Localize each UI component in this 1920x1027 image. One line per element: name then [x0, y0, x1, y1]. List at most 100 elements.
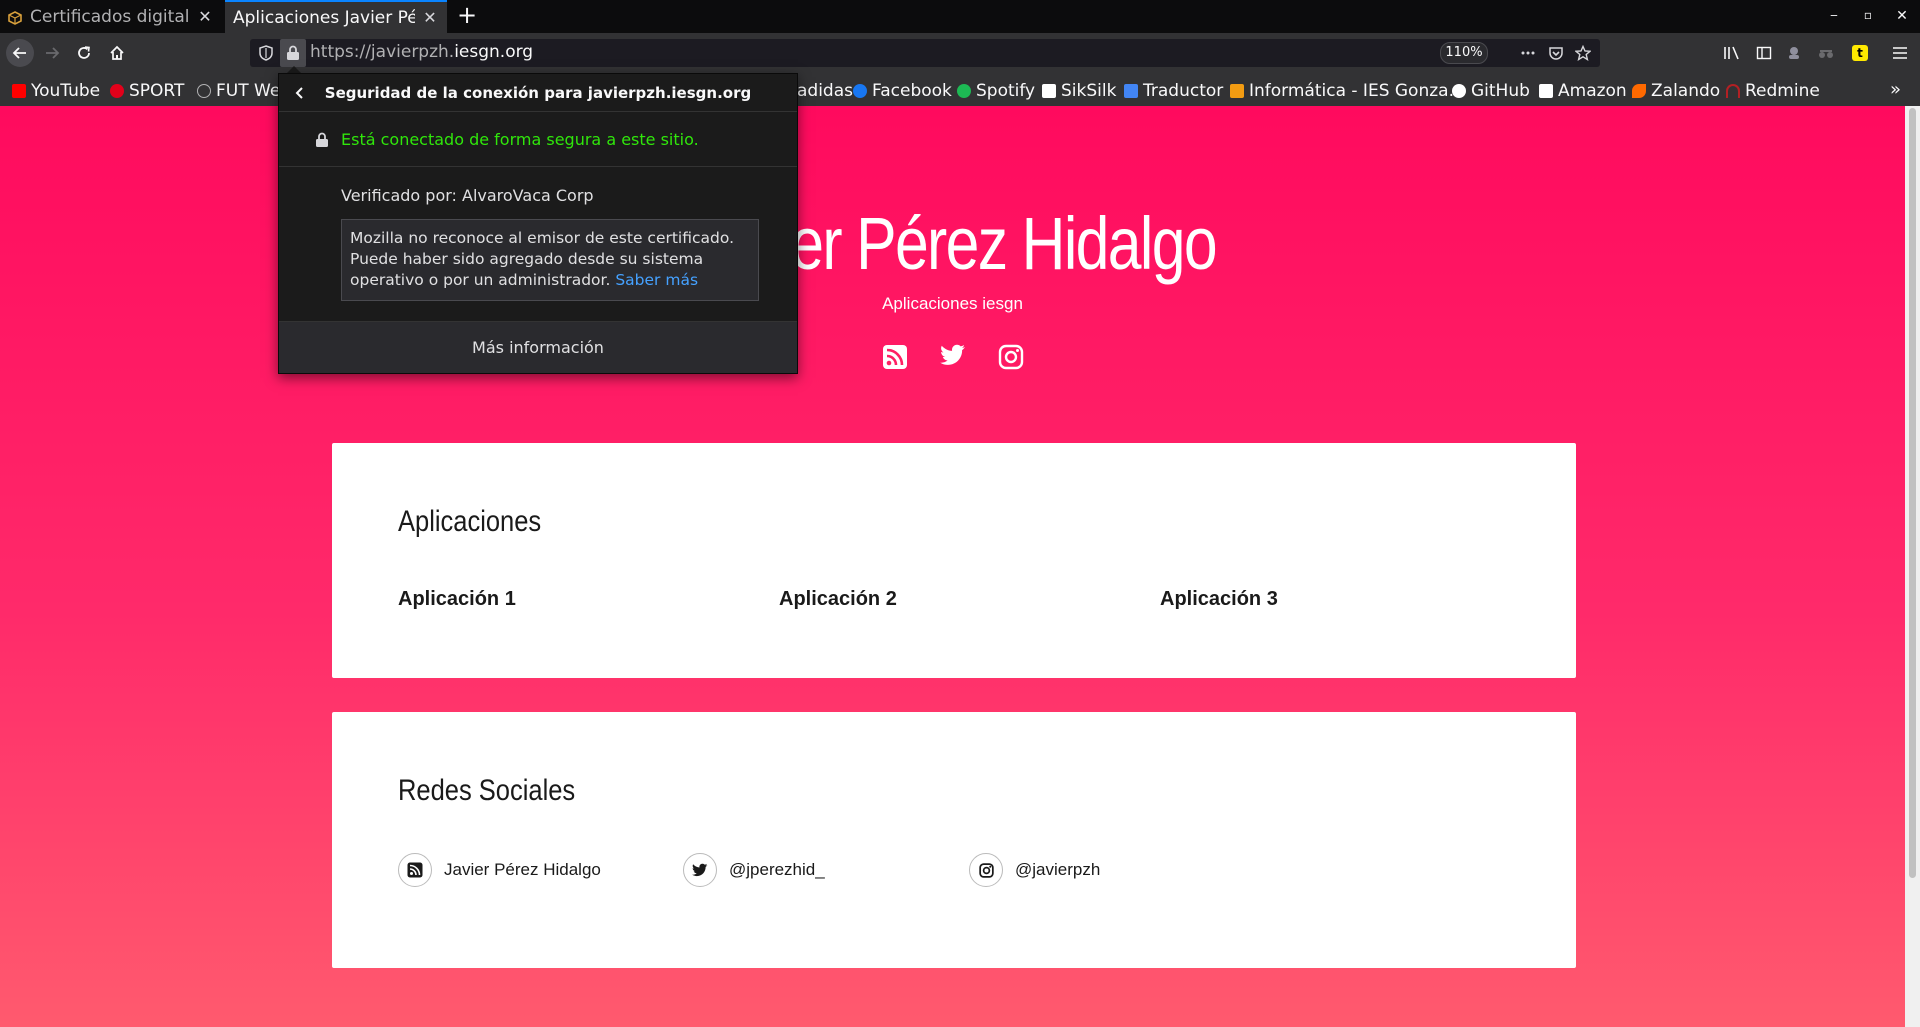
social-link-rss[interactable]: Javier Pérez Hidalgo: [398, 853, 601, 887]
bookmark-label: Facebook: [872, 81, 952, 101]
social-label: @jperezhid_: [729, 860, 825, 879]
siksilk-icon: [1042, 84, 1056, 98]
menu-button[interactable]: [1886, 39, 1914, 67]
spotify-icon: [957, 84, 971, 98]
extension-button[interactable]: [1780, 39, 1808, 67]
site-identity-button[interactable]: [280, 39, 306, 67]
sidebar-icon: [1756, 46, 1772, 60]
url-prefix: https://javierpzh.: [310, 42, 455, 62]
zalando-icon: [1632, 84, 1646, 98]
bookmark-adidas[interactable]: adidas: [797, 81, 853, 101]
url-domain: iesgn.org: [454, 42, 534, 62]
sidebar-button[interactable]: [1750, 39, 1778, 67]
tab-title: Aplicaciones Javier Pérez: [233, 7, 415, 28]
extension-hat-icon: [1789, 47, 1799, 59]
bookmark-label: adidas: [797, 81, 853, 101]
more-info-button[interactable]: Más información: [279, 321, 797, 373]
apps-card: Aplicaciones Aplicación 1 Aplicación 2 A…: [332, 443, 1576, 678]
bookmark-label: Amazon: [1558, 81, 1627, 101]
bookmark-github[interactable]: GitHub: [1452, 81, 1530, 101]
reload-button[interactable]: [70, 39, 98, 67]
bookmark-label: Redmine: [1745, 81, 1820, 101]
certificate-issuer-note: Mozilla no reconoce al emisor de este ce…: [341, 219, 759, 301]
bookmark-spotify[interactable]: Spotify: [957, 81, 1035, 101]
popup-secure-row: Está conectado de forma segura a este si…: [279, 112, 797, 167]
youtube-icon: [12, 84, 26, 98]
bookmark-star-icon[interactable]: [1574, 44, 1592, 61]
library-button[interactable]: [1718, 39, 1746, 67]
tab-title: Certificados digitales.: [30, 6, 190, 27]
tab-aplicaciones[interactable]: Aplicaciones Javier Pérez ✕: [225, 0, 447, 33]
social-link-instagram[interactable]: @javierpzh: [969, 853, 1100, 887]
translate-icon: [1124, 84, 1138, 98]
close-window-button[interactable]: ✕: [1892, 8, 1912, 26]
rss-icon[interactable]: [882, 344, 910, 372]
bookmark-redmine[interactable]: Redmine: [1726, 81, 1820, 101]
zoom-indicator[interactable]: 110%: [1440, 42, 1488, 64]
close-tab-icon[interactable]: ✕: [196, 7, 214, 26]
box-favicon-icon: [8, 10, 22, 25]
bookmark-label: SPORT: [129, 81, 185, 101]
instagram-icon: [969, 853, 1003, 887]
lock-icon: [287, 45, 299, 60]
home-button[interactable]: [103, 39, 131, 67]
instagram-icon[interactable]: [998, 344, 1026, 372]
yellow-extension-icon: t: [1852, 45, 1868, 61]
learn-more-link[interactable]: Saber más: [615, 271, 698, 289]
incognito-button[interactable]: [1812, 39, 1840, 67]
lock-icon: [315, 132, 329, 148]
redmine-icon: [1726, 84, 1740, 98]
page-actions-icon[interactable]: [1520, 45, 1536, 61]
hamburger-menu-icon: [1893, 47, 1907, 59]
browser-window: Certificados digitales. ✕ Aplicaciones J…: [0, 0, 1920, 1027]
new-tab-button[interactable]: +: [455, 0, 479, 33]
bookmark-youtube[interactable]: YouTube: [12, 81, 100, 101]
minimize-button[interactable]: ‒: [1824, 8, 1844, 26]
verified-by-text: Verificado por: AlvaroVaca Corp: [341, 186, 594, 205]
glasses-icon: [1819, 50, 1833, 58]
bookmark-label: Spotify: [976, 81, 1036, 101]
popup-title: Seguridad de la conexión para javierpzh.…: [324, 84, 752, 102]
pocket-icon[interactable]: [1548, 45, 1564, 61]
popup-header: Seguridad de la conexión para javierpzh.…: [279, 74, 797, 112]
social-link-twitter[interactable]: @jperezhid_: [683, 853, 825, 887]
close-tab-icon[interactable]: ✕: [421, 8, 439, 27]
bookmark-sport[interactable]: SPORT: [110, 81, 184, 101]
arrow-right-icon: [46, 47, 60, 59]
secure-connection-text: Está conectado de forma segura a este si…: [341, 130, 699, 149]
bookmark-fut[interactable]: FUT We: [197, 81, 280, 101]
social-heading: Redes Sociales: [398, 774, 576, 807]
bookmark-facebook[interactable]: Facebook: [853, 81, 952, 101]
back-button[interactable]: [6, 39, 34, 67]
bookmark-informatica[interactable]: Informática - IES Gonza...: [1230, 81, 1465, 101]
facebook-icon: [853, 84, 867, 98]
github-icon: [1452, 84, 1466, 98]
app-link-3[interactable]: Aplicación 3: [1160, 588, 1278, 611]
bookmark-label: Traductor: [1143, 81, 1224, 101]
url-text[interactable]: https://javierpzh.iesgn.org: [310, 42, 533, 62]
connection-security-popup: Seguridad de la conexión para javierpzh.…: [278, 73, 798, 374]
twitter-icon[interactable]: [940, 344, 968, 372]
arrow-left-icon: [12, 47, 26, 59]
app-link-2[interactable]: Aplicación 2: [779, 588, 897, 611]
bookmark-zalando[interactable]: Zalando: [1632, 81, 1720, 101]
bookmark-traductor[interactable]: Traductor: [1124, 81, 1223, 101]
app-link-1[interactable]: Aplicación 1: [398, 588, 516, 611]
page-scrollbar[interactable]: [1905, 106, 1920, 1027]
bookmark-label: SikSilk: [1061, 81, 1117, 101]
social-label: Javier Pérez Hidalgo: [444, 860, 601, 879]
bookmarks-overflow-button[interactable]: »: [1890, 79, 1901, 100]
bookmark-label: GitHub: [1471, 81, 1530, 101]
amazon-icon: [1539, 84, 1553, 98]
forward-button[interactable]: [38, 39, 66, 67]
tracking-shield-icon[interactable]: [258, 45, 274, 61]
maximize-button[interactable]: ▫: [1858, 8, 1878, 26]
tab-certificados[interactable]: Certificados digitales. ✕: [0, 0, 222, 33]
scrollbar-thumb[interactable]: [1909, 108, 1916, 878]
bookmark-amazon[interactable]: Amazon: [1539, 81, 1627, 101]
bookmark-label: Informática - IES Gonza...: [1249, 81, 1465, 101]
extension-yellow-button[interactable]: t: [1846, 39, 1874, 67]
bookmark-siksilk[interactable]: SikSilk: [1042, 81, 1116, 101]
url-bar[interactable]: https://javierpzh.iesgn.org 110%: [250, 39, 1600, 67]
twitter-icon: [683, 853, 717, 887]
